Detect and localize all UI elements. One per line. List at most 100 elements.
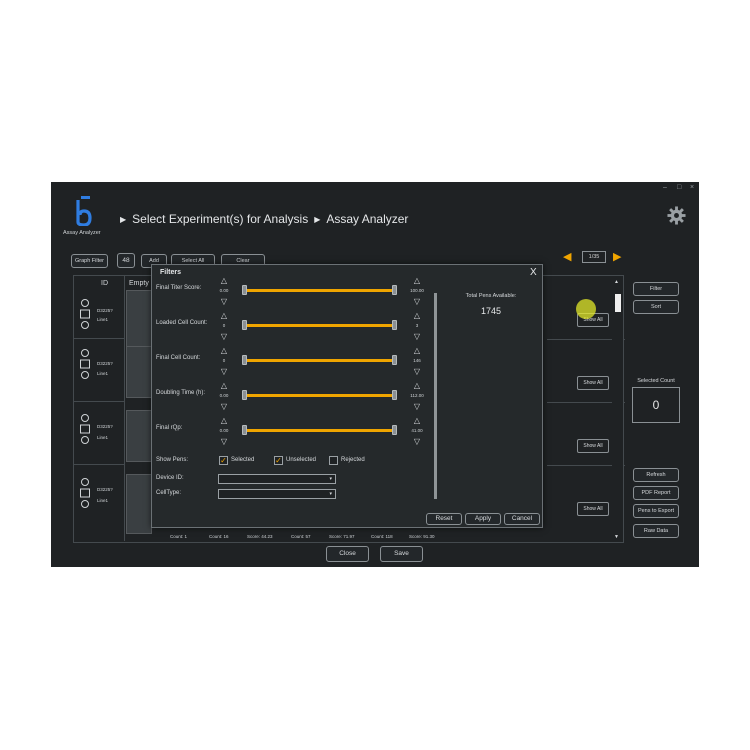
range-label: Final Cell Count: xyxy=(156,355,201,361)
range-track xyxy=(245,359,395,362)
show-all-button[interactable]: Show All xyxy=(577,502,609,516)
chip-icon xyxy=(80,478,90,508)
table-row[interactable]: D3225? Line1 xyxy=(74,402,125,465)
show-all-button[interactable]: Show All xyxy=(577,376,609,390)
min-increase-icon[interactable]: △ xyxy=(219,347,229,355)
breadcrumb-item-select-experiment[interactable]: Select Experiment(s) for Analysis xyxy=(132,212,308,226)
min-decrease-icon[interactable]: ▽ xyxy=(219,403,229,411)
close-button[interactable]: Close xyxy=(326,546,369,562)
reset-button[interactable]: Reset xyxy=(426,513,462,525)
sort-button[interactable]: Sort xyxy=(633,300,679,314)
range-high-thumb[interactable] xyxy=(392,390,397,400)
min-increase-icon[interactable]: △ xyxy=(219,417,229,425)
breadcrumb-separator-icon: ▶ xyxy=(314,215,321,224)
pens-to-export-button[interactable]: Pens to Export xyxy=(633,504,679,518)
range-track xyxy=(245,289,395,292)
gear-icon[interactable] xyxy=(667,206,686,225)
close-window-button[interactable]: × xyxy=(690,184,694,191)
min-decrease-icon[interactable]: ▽ xyxy=(219,368,229,376)
pen-image[interactable] xyxy=(126,410,152,462)
max-decrease-icon[interactable]: ▽ xyxy=(412,298,422,306)
max-decrease-icon[interactable]: ▽ xyxy=(412,403,422,411)
save-button[interactable]: Save xyxy=(380,546,423,562)
range-high-thumb[interactable] xyxy=(392,425,397,435)
chevron-down-icon: ▾ xyxy=(329,476,332,482)
min-increase-icon[interactable]: △ xyxy=(219,312,229,320)
raw-data-button[interactable]: Raw Data xyxy=(633,524,679,538)
range-label: Loaded Cell Count: xyxy=(156,320,208,326)
rejected-checkbox[interactable] xyxy=(329,456,338,465)
range-label: Doubling Time (h): xyxy=(156,390,206,396)
max-increase-icon[interactable]: △ xyxy=(412,277,422,285)
apply-button[interactable]: Apply xyxy=(465,513,501,525)
max-increase-icon[interactable]: △ xyxy=(412,347,422,355)
max-increase-icon[interactable]: △ xyxy=(412,417,422,425)
prev-page-icon[interactable]: ◀ xyxy=(563,252,571,263)
range-track xyxy=(245,324,395,327)
scroll-up-icon[interactable]: ▲ xyxy=(614,279,619,285)
max-decrease-icon[interactable]: ▽ xyxy=(412,333,422,341)
range-max-value: 146 xyxy=(413,358,421,363)
min-decrease-icon[interactable]: ▽ xyxy=(219,333,229,341)
cancel-button[interactable]: Cancel xyxy=(504,513,540,525)
footer-stat: Count: 57 xyxy=(291,534,311,539)
total-pens-value: 1745 xyxy=(480,306,502,316)
max-decrease-icon[interactable]: ▽ xyxy=(412,438,422,446)
refresh-button[interactable]: Refresh xyxy=(633,468,679,482)
pdf-report-button[interactable]: PDF Report xyxy=(633,486,679,500)
scroll-thumb[interactable] xyxy=(615,294,621,312)
range-high-thumb[interactable] xyxy=(392,285,397,295)
device-id-label: Device ID: xyxy=(156,475,184,481)
range-min-value: 0.00 xyxy=(219,288,229,293)
pen-image[interactable] xyxy=(126,290,152,348)
pen-image[interactable] xyxy=(126,474,152,534)
footer-stat: Score: 71.97 xyxy=(329,534,355,539)
unselected-checkbox[interactable]: ✓ xyxy=(274,456,283,465)
device-id-dropdown[interactable]: ▾ xyxy=(218,474,336,484)
range-track xyxy=(245,429,395,432)
range-min-value: 0.00 xyxy=(219,428,229,433)
min-increase-icon[interactable]: △ xyxy=(219,277,229,285)
range-max-value: 3 xyxy=(415,323,419,328)
close-icon[interactable]: X xyxy=(530,267,537,278)
range-low-thumb[interactable] xyxy=(242,285,247,295)
grid-scrollbar[interactable]: ▲ ▼ xyxy=(612,277,623,542)
range-low-thumb[interactable] xyxy=(242,320,247,330)
celltype-dropdown[interactable]: ▾ xyxy=(218,489,336,499)
pen-image[interactable] xyxy=(126,346,152,398)
range-min-value: 0.00 xyxy=(219,393,229,398)
max-increase-icon[interactable]: △ xyxy=(412,312,422,320)
min-increase-icon[interactable]: △ xyxy=(219,382,229,390)
table-row[interactable]: D3225? Line1 xyxy=(74,276,125,339)
total-pens-label: Total Pens Available: xyxy=(465,293,517,299)
range-low-thumb[interactable] xyxy=(242,390,247,400)
range-label: Final Titer Score: xyxy=(156,285,202,291)
minimize-button[interactable]: – xyxy=(663,184,667,191)
selected-count-label: Selected Count xyxy=(637,378,675,384)
selected-checkbox[interactable]: ✓ xyxy=(219,456,228,465)
range-max-value: 100.00 xyxy=(410,288,424,293)
range-high-thumb[interactable] xyxy=(392,320,397,330)
footer-stat: Score: 91.30 xyxy=(409,534,435,539)
scroll-down-icon[interactable]: ▼ xyxy=(614,534,619,540)
range-high-thumb[interactable] xyxy=(392,355,397,365)
min-decrease-icon[interactable]: ▽ xyxy=(219,298,229,306)
table-row[interactable]: D3225? Line1 xyxy=(74,339,125,402)
selected-checkbox-label: Selected xyxy=(231,457,255,463)
min-decrease-icon[interactable]: ▽ xyxy=(219,438,229,446)
dialog-divider xyxy=(434,293,437,499)
app-name: Assay Analyzer xyxy=(63,230,101,236)
range-max-value: 41.00 xyxy=(411,428,423,433)
range-low-thumb[interactable] xyxy=(242,425,247,435)
breadcrumb: ▶ Select Experiment(s) for Analysis ▶ Assay… xyxy=(114,212,408,226)
max-increase-icon[interactable]: △ xyxy=(412,382,422,390)
max-decrease-icon[interactable]: ▽ xyxy=(412,368,422,376)
graph-filter-button[interactable]: Graph Filter xyxy=(71,254,108,268)
show-all-button[interactable]: Show All xyxy=(577,439,609,453)
show-pens-label: Show Pens: xyxy=(156,457,189,463)
maximize-button[interactable]: □ xyxy=(677,184,681,191)
range-low-thumb[interactable] xyxy=(242,355,247,365)
filter-button[interactable]: Filter xyxy=(633,282,679,296)
next-page-icon[interactable]: ▶ xyxy=(613,252,621,263)
table-row[interactable]: D3225? Line1 xyxy=(74,465,125,541)
